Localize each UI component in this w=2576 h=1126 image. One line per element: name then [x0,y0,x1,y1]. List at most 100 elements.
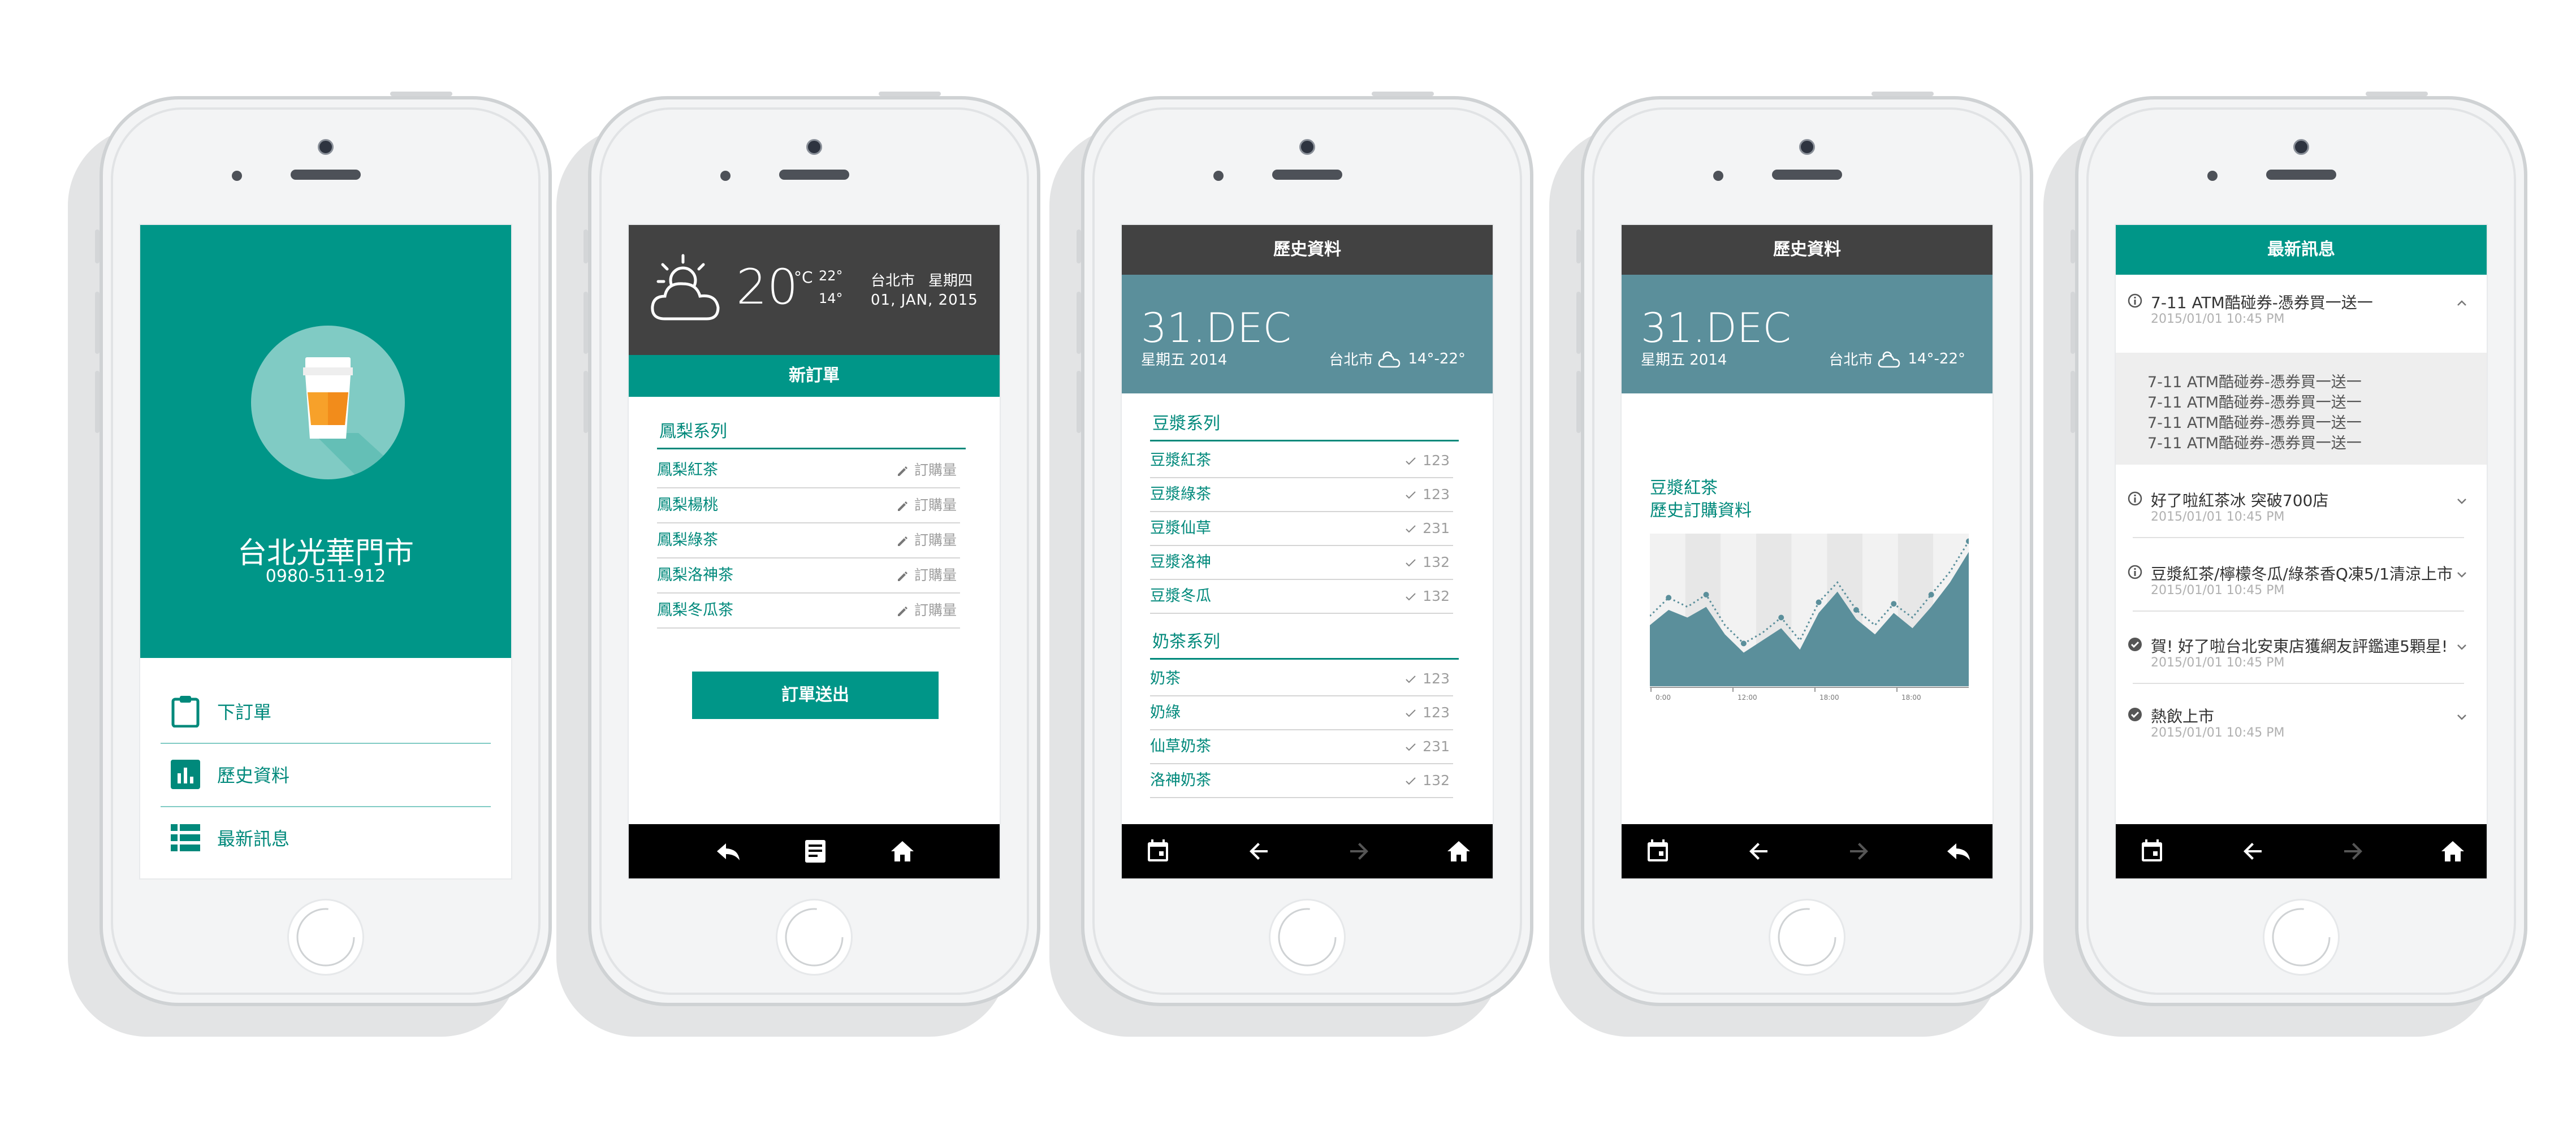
order-item-row[interactable]: 鳳梨紅茶 訂購量 [657,453,960,488]
chevron-down-icon[interactable] [2454,709,2470,725]
news-item[interactable]: 豆漿紅茶/檸檬冬瓜/綠茶香Q凍5/1清涼上市 2015/01/01 10:45 P… [2116,564,2487,621]
history-date: 31.DEC [1141,304,1291,352]
screen-news: 最新訊息 7-11 ATM酷碰券-憑券買一送一 7-11 ATM酷碰券-憑券買一… [2115,224,2488,880]
section-header: 鳳梨系列 [657,419,966,449]
home-icon[interactable] [2439,838,2466,865]
chevron-down-icon[interactable] [2454,566,2470,582]
arrow-back-icon[interactable] [1745,838,1772,865]
calendar-icon[interactable] [2138,838,2166,865]
order-item-row[interactable]: 鳳梨洛神茶 訂購量 [657,558,960,594]
store-header: 台北光華門市 0980-511-912 [140,225,511,658]
pencil-icon [897,571,907,581]
home-button[interactable] [287,899,364,976]
phone-5: 最新訊息 7-11 ATM酷碰券-憑券買一送一 7-11 ATM酷碰券-憑券買一… [2071,92,2527,1006]
home-button[interactable] [776,899,853,976]
history-temp: 14°-22° [1908,350,1965,367]
home-button[interactable] [1769,899,1845,976]
home-button[interactable] [1269,899,1346,976]
calendar-icon[interactable] [1644,838,1671,865]
news-body-line: 7-11 ATM酷碰券-憑券買一送一 [2147,435,2362,452]
quantity-label: 訂購量 [914,462,957,478]
bottom-nav [629,824,1000,878]
order-item-row[interactable]: 鳳梨楊桃 訂購量 [657,488,960,523]
bar-chart-icon [168,757,202,791]
page-title: 新訂單 [629,355,1000,397]
history-city: 台北市 [1329,352,1373,369]
article-icon[interactable] [802,838,829,865]
chevron-down-icon[interactable] [2454,639,2470,655]
quantity-edit[interactable]: 訂購量 [896,594,957,627]
volume-up [2071,292,2075,354]
menu-item-history[interactable]: 歷史資料 [161,743,491,807]
calendar-icon[interactable] [1144,838,1172,865]
quantity-edit[interactable]: 訂購量 [896,523,957,557]
quantity-edit[interactable]: 訂購量 [896,453,957,487]
section-header: 豆漿系列 [1150,412,1459,441]
arrow-forward-icon[interactable] [1845,838,1873,865]
menu-label: 歷史資料 [217,765,290,786]
news-item[interactable]: 好了啦紅茶冰 突破700店 2015/01/01 10:45 PM [2116,491,2487,547]
home-icon[interactable] [1445,838,1472,865]
history-item-qty: 123 [1423,670,1450,687]
news-item[interactable]: 熱飲上市 2015/01/01 10:45 PM [2116,707,2487,763]
weather-weekday: 星期四 [928,272,973,289]
order-item-name: 鳳梨冬瓜茶 [657,601,733,619]
home-icon[interactable] [889,838,916,865]
news-item[interactable]: 7-11 ATM酷碰券-憑券買一送一 2015/01/01 10:45 PM [2116,293,2487,349]
chevron-down-icon[interactable] [2454,493,2470,509]
volume-down [95,371,100,433]
news-title: 豆漿紅茶/檸檬冬瓜/綠茶香Q凍5/1清涼上市 [2151,565,2453,583]
menu-item-news[interactable]: 最新訊息 [161,806,491,869]
mute-switch [95,229,100,263]
arrow-back-icon[interactable] [2239,838,2266,865]
news-title: 7-11 ATM酷碰券-憑券買一送一 [2151,293,2373,312]
page-title: 歷史資料 [1622,225,1992,275]
mute-switch [584,229,588,263]
order-item-name: 鳳梨洛神茶 [657,566,733,584]
quantity-edit[interactable]: 訂購量 [896,558,957,592]
front-camera [2293,139,2309,155]
arrow-forward-icon[interactable] [2340,838,2367,865]
history-item-qty: 231 [1423,520,1450,536]
speaker [1272,170,1342,180]
history-item-qty-wrap: 123 [1404,478,1450,511]
screen-history-list: 歷史資料 31.DEC 星期五 2014 台北市 14°-22° 豆漿系列 豆漿紅… [1121,224,1494,880]
sensor [1213,171,1224,181]
chevron-up-icon[interactable] [2454,295,2470,311]
submit-order-button[interactable]: 訂單送出 [692,672,939,719]
check-icon [1406,593,1416,601]
sensor [720,171,731,181]
list-icon [168,821,202,855]
history-item-qty: 123 [1423,486,1450,503]
power-button [2366,92,2428,96]
volume-up [584,292,588,354]
x-tick-label: 18:00 [1819,694,1839,701]
news-date: 2015/01/01 10:45 PM [2151,656,2285,670]
order-item-row[interactable]: 鳳梨冬瓜茶 訂購量 [657,594,960,629]
history-item-qty: 231 [1423,738,1450,755]
reply-icon[interactable] [715,838,742,865]
history-header: 31.DEC 星期五 2014 台北市 14°-22° [1622,275,1992,393]
history-item-name: 奶綠 [1150,704,1181,721]
store-name: 台北光華門市 [237,536,414,570]
reply-icon[interactable] [1945,838,1972,865]
x-tick-label: 18:00 [1901,694,1921,701]
data-point [1703,592,1709,597]
home-button[interactable] [2263,899,2340,976]
weather-high: 22° [819,268,843,284]
news-item[interactable]: 賀! 好了啦台北安東店獲網友評鑑連5顆星! 2015/01/01 10:45 PM [2116,636,2487,693]
order-item-row[interactable]: 鳳梨綠茶 訂購量 [657,523,960,558]
news-body-line: 7-11 ATM酷碰券-憑券買一送一 [2147,394,2362,412]
volume-up [1077,292,1081,354]
arrow-back-icon[interactable] [1245,838,1272,865]
menu-item-order[interactable]: 下訂單 [161,679,491,744]
news-date: 2015/01/01 10:45 PM [2151,510,2285,524]
quantity-edit[interactable]: 訂購量 [896,488,957,522]
arrow-forward-icon[interactable] [1346,838,1373,865]
section-label: 鳳梨系列 [659,422,727,441]
partly-cloudy-icon [651,254,720,321]
partly-cloudy-icon [1378,351,1401,367]
history-item-qty: 123 [1423,452,1450,469]
history-city: 台北市 [1829,352,1873,369]
volume-up [95,292,100,354]
